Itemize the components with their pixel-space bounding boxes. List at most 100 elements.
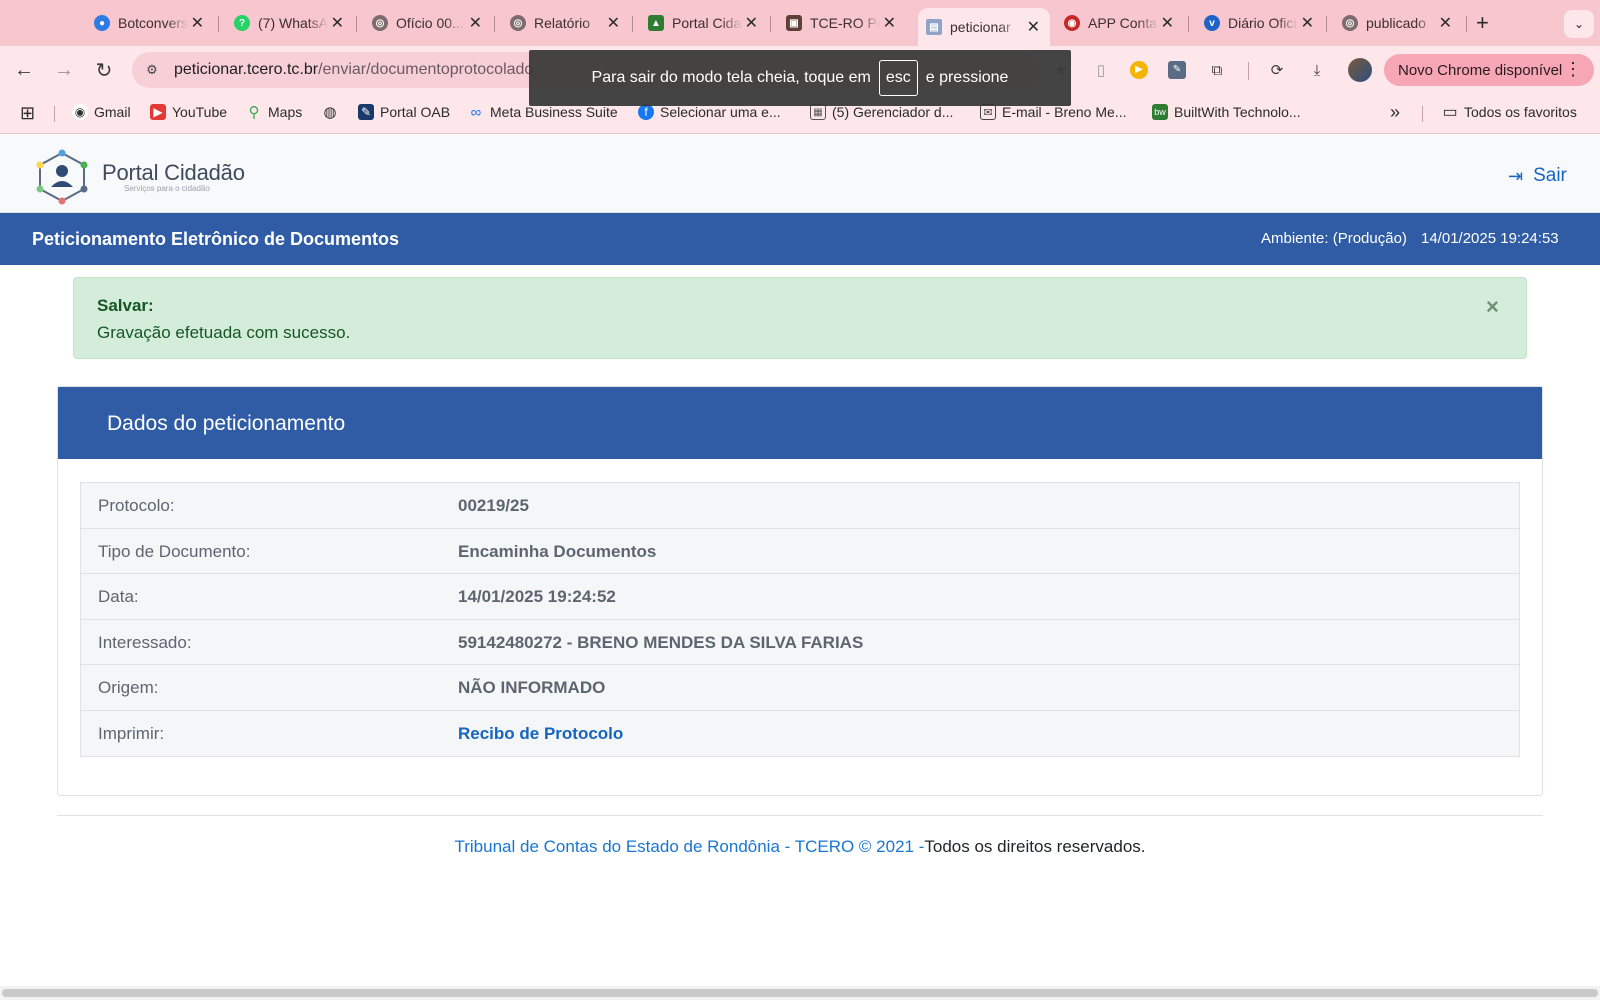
vox-favicon-icon: v xyxy=(1204,15,1220,31)
tab-strip: ● Botconversa ✕ ? (7) WhatsApp ✕ ◎ Ofíci… xyxy=(0,0,1600,46)
tab-title: Botconversa xyxy=(118,15,188,31)
chrome-update-button[interactable]: Novo Chrome disponível ⋮ xyxy=(1384,54,1594,86)
all-bookmarks-folder[interactable]: ▭ Todos os favoritos xyxy=(1442,104,1576,121)
site-header: Portal Cidadão Serviços para o cidadão ⇥… xyxy=(0,135,1600,213)
globe-favicon-icon: ◎ xyxy=(372,15,388,31)
tab-app-conta[interactable]: ◉ APP Conta ✕ xyxy=(1056,8,1184,38)
bookmark-meta-business[interactable]: ∞ Meta Business Suite xyxy=(468,104,618,121)
gmail-icon: ◉ xyxy=(72,104,88,120)
bookmark-youtube[interactable]: ▶ YouTube xyxy=(150,104,227,120)
alert-close-icon[interactable]: × xyxy=(1486,294,1499,320)
new-tab-plus-icon[interactable]: + xyxy=(1476,10,1489,36)
close-tab-icon[interactable]: ✕ xyxy=(1027,17,1040,37)
bookmark-portal-oab[interactable]: ✎ Portal OAB xyxy=(358,104,450,120)
close-tab-icon[interactable]: ✕ xyxy=(1301,13,1314,33)
tab-title: Ofício 00... xyxy=(396,15,464,31)
footer-org-link[interactable]: Tribunal de Contas do Estado de Rondônia… xyxy=(454,837,924,856)
profile-avatar[interactable] xyxy=(1348,58,1372,82)
url-text: peticionar.tcero.tc.br/enviar/documentop… xyxy=(174,61,559,79)
close-tab-icon[interactable]: ✕ xyxy=(191,13,204,33)
tab-portal-cidadao[interactable]: ▲ Portal Cidadão ✕ xyxy=(640,8,768,38)
row-value: NÃO INFORMADO xyxy=(458,678,606,697)
row-label: Data: xyxy=(98,587,139,606)
bookmark-label: (5) Gerenciador d... xyxy=(832,104,954,120)
bookmark-label: E-mail - Breno Me... xyxy=(1002,104,1127,120)
maps-icon: ⚲ xyxy=(248,104,260,121)
tab-whatsapp[interactable]: ? (7) WhatsApp ✕ xyxy=(226,8,354,38)
alert-title: Salvar: xyxy=(97,296,154,315)
page-title-bar: Peticionamento Eletrônico de Documentos … xyxy=(0,213,1600,265)
bookmark-gerenciador[interactable]: ▦ (5) Gerenciador d... xyxy=(810,104,953,120)
oab-icon: ✎ xyxy=(358,104,374,120)
horizontal-scrollbar[interactable] xyxy=(0,986,1600,1000)
bookmark-globe[interactable]: ◍ xyxy=(322,104,344,121)
page-title: Peticionamento Eletrônico de Documentos xyxy=(32,229,400,249)
table-row: Interessado: 59142480272 - BRENO MENDES … xyxy=(81,620,1519,665)
tab-title: publicado xyxy=(1366,15,1426,31)
bookmark-facebook[interactable]: f Selecionar uma e... xyxy=(638,104,781,120)
app-favicon-icon: ◉ xyxy=(1064,15,1080,31)
bookmark-label: Meta Business Suite xyxy=(490,104,618,120)
close-tab-icon[interactable]: ✕ xyxy=(745,13,758,33)
close-tab-icon[interactable]: ✕ xyxy=(1439,13,1452,33)
puzzle-extensions-icon[interactable]: ⧉ xyxy=(1206,59,1228,81)
tab-oficio[interactable]: ◎ Ofício 00... ✕ xyxy=(364,8,492,38)
tab-diario-oficial[interactable]: v Diário Oficial ✕ xyxy=(1196,8,1324,38)
builtwith-icon: bw xyxy=(1152,104,1168,120)
table-row: Tipo de Documento: Encaminha Documentos xyxy=(81,529,1519,574)
petition-data-card: Dados do peticionamento Protocolo: 00219… xyxy=(57,386,1543,796)
image-extension-icon[interactable]: ✎ xyxy=(1166,59,1188,81)
scrollbar-thumb[interactable] xyxy=(2,989,1598,997)
sign-out-icon: ⇥ xyxy=(1508,165,1524,186)
close-tab-icon[interactable]: ✕ xyxy=(1161,13,1174,33)
back-arrow-icon[interactable]: ← xyxy=(10,56,38,84)
site-info-icon[interactable]: ⚙ xyxy=(142,60,162,80)
tab-title: Portal Cidadão xyxy=(672,15,742,31)
download-icon[interactable]: ⤓ xyxy=(1306,59,1328,81)
update-label: Novo Chrome disponível xyxy=(1398,61,1563,79)
mail-icon: ✉ xyxy=(980,104,996,120)
clipboard-icon[interactable]: ▯ xyxy=(1090,59,1112,81)
tab-publicado[interactable]: ◎ publicado ✕ xyxy=(1334,8,1462,38)
logout-label: Sair xyxy=(1533,165,1567,186)
tab-search-chevron-icon[interactable]: ⌄ xyxy=(1564,10,1594,38)
table-row: Protocolo: 00219/25 xyxy=(81,483,1519,529)
apps-grid-icon[interactable]: ⊞ xyxy=(20,103,35,124)
tab-tce-ro[interactable]: ▣ TCE-RO Portal ✕ xyxy=(778,8,906,38)
kebab-menu-icon[interactable]: ⋮ xyxy=(1564,59,1582,80)
bookmark-label: Portal OAB xyxy=(380,104,451,120)
tab-title: TCE-RO Portal xyxy=(810,15,880,31)
petition-data-table: Protocolo: 00219/25 Tipo de Documento: E… xyxy=(80,482,1520,757)
server-timestamp: 14/01/2025 19:24:53 xyxy=(1421,230,1559,247)
reload-icon[interactable]: ↻ xyxy=(90,56,118,84)
more-bookmarks-chevron-icon[interactable]: » xyxy=(1390,102,1400,123)
bookmark-gmail[interactable]: ◉ Gmail xyxy=(72,104,131,120)
card-header: Dados do peticionamento xyxy=(58,387,1542,459)
forward-arrow-icon[interactable]: → xyxy=(50,56,78,84)
bookmark-label: Maps xyxy=(268,104,303,120)
portal-favicon-icon: ▲ xyxy=(648,15,664,31)
performance-icon[interactable]: ⟳ xyxy=(1266,59,1288,81)
close-tab-icon[interactable]: ✕ xyxy=(331,13,344,33)
tab-title: (7) WhatsApp xyxy=(258,15,328,31)
close-tab-icon[interactable]: ✕ xyxy=(469,13,482,33)
receipt-link[interactable]: Recibo de Protocolo xyxy=(458,724,623,744)
bookmark-maps[interactable]: ⚲ Maps xyxy=(246,104,303,121)
card-title: Dados do peticionamento xyxy=(107,412,346,435)
tab-peticionar-active[interactable]: ▤ peticionar ✕ xyxy=(918,8,1050,46)
bookmark-email[interactable]: ✉ E-mail - Breno Me... xyxy=(980,104,1126,120)
portal-cidadao-logo-icon[interactable] xyxy=(32,149,92,205)
globe-favicon-icon: ◎ xyxy=(1342,15,1358,31)
close-tab-icon[interactable]: ✕ xyxy=(883,13,896,33)
logout-link[interactable]: ⇥ Sair xyxy=(1508,165,1567,187)
tab-title: peticionar xyxy=(950,19,1011,35)
close-tab-icon[interactable]: ✕ xyxy=(607,13,620,33)
row-value: 14/01/2025 19:24:52 xyxy=(458,587,616,606)
play-extension-icon[interactable]: ▶ xyxy=(1128,59,1150,81)
tab-botconversa[interactable]: ● Botconversa ✕ xyxy=(86,8,214,38)
row-label: Imprimir: xyxy=(98,723,165,743)
bookmark-builtwith[interactable]: bw BuiltWith Technolo... xyxy=(1152,104,1301,120)
tab-relatorio[interactable]: ◎ Relatório ✕ xyxy=(502,8,630,38)
globe-favicon-icon: ◎ xyxy=(510,15,526,31)
globe-icon: ◍ xyxy=(323,104,337,121)
